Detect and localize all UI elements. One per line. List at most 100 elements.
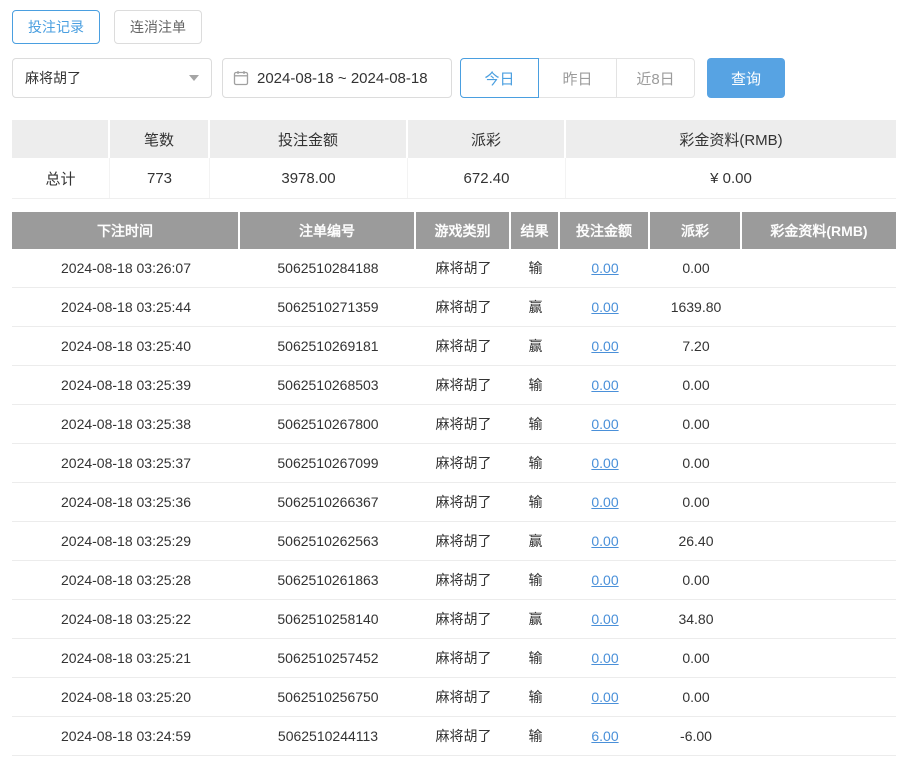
bet-time-cell: 2024-08-18 03:24:59: [61, 728, 191, 744]
game-type-cell: 麻将胡了: [435, 533, 492, 549]
bet-amount-cell: 0.00: [560, 600, 650, 638]
bet-amount-link[interactable]: 0.00: [591, 299, 618, 315]
payout-cell: -6.00: [680, 728, 712, 744]
calendar-icon: [233, 70, 249, 86]
order-id-cell: 5062510244113: [277, 728, 379, 744]
search-button[interactable]: 查询: [707, 58, 785, 98]
bonus-cell: [742, 327, 896, 365]
payout-cell: 0.00: [682, 416, 710, 432]
payout-cell: 26.40: [678, 533, 714, 549]
bet-amount-cell: 0.00: [560, 639, 650, 677]
payout-cell: 0.00: [682, 260, 710, 276]
bet-amount-link[interactable]: 0.00: [591, 611, 618, 627]
result-cell: 赢: [528, 338, 543, 354]
table-row: 2024-08-18 03:25:37 5062510267099 麻将胡了 输…: [12, 444, 896, 483]
bonus-cell: [742, 639, 896, 677]
order-id-cell: 5062510267800: [277, 416, 379, 432]
table-row: 2024-08-18 03:25:36 5062510266367 麻将胡了 输…: [12, 483, 896, 522]
summary-header-bonus: 彩金资料(RMB): [566, 120, 896, 158]
bet-time-cell: 2024-08-18 03:25:36: [61, 494, 191, 510]
bet-amount-link[interactable]: 0.00: [591, 416, 618, 432]
game-type-cell: 麻将胡了: [435, 455, 492, 471]
bet-time-cell: 2024-08-18 03:25:22: [61, 611, 191, 627]
date-range-picker[interactable]: 2024-08-18 ~ 2024-08-18: [222, 58, 452, 98]
bet-amount-cell: 0.00: [560, 366, 650, 404]
bet-amount-cell: 0.00: [560, 678, 650, 716]
date-range-value: 2024-08-18 ~ 2024-08-18: [257, 69, 428, 87]
bonus-cell: [742, 405, 896, 443]
game-type-cell: 麻将胡了: [435, 650, 492, 666]
bet-time-cell: 2024-08-18 03:25:20: [61, 689, 191, 705]
tab-bet-records[interactable]: 投注记录: [12, 10, 100, 44]
bet-amount-cell: 0.00: [560, 522, 650, 560]
bet-amount-link[interactable]: 0.00: [591, 572, 618, 588]
result-cell: 赢: [528, 533, 543, 549]
header-result: 结果: [511, 212, 560, 249]
quick-date-group: 今日 昨日 近8日: [460, 58, 695, 98]
quick-today-button[interactable]: 今日: [460, 58, 539, 98]
payout-cell: 7.20: [682, 338, 710, 354]
bet-amount-link[interactable]: 0.00: [591, 650, 618, 666]
bet-time-cell: 2024-08-18 03:25:40: [61, 338, 191, 354]
result-cell: 输: [528, 728, 543, 744]
bet-amount-link[interactable]: 0.00: [591, 455, 618, 471]
game-select-value: 麻将胡了: [25, 70, 81, 86]
bet-time-cell: 2024-08-18 03:25:29: [61, 533, 191, 549]
summary-header-blank: [12, 120, 110, 158]
summary-count-value: 773: [110, 158, 210, 198]
table-row: 2024-08-18 03:25:40 5062510269181 麻将胡了 赢…: [12, 327, 896, 366]
game-type-cell: 麻将胡了: [435, 260, 492, 276]
bonus-cell: [742, 678, 896, 716]
summary-payout-value: 672.40: [408, 158, 566, 198]
game-type-cell: 麻将胡了: [435, 728, 492, 744]
bet-amount-link[interactable]: 0.00: [591, 377, 618, 393]
summary-header-count: 笔数: [110, 120, 210, 158]
quick-last8days-button[interactable]: 近8日: [616, 58, 695, 98]
bet-amount-cell: 0.00: [560, 249, 650, 287]
game-type-cell: 麻将胡了: [435, 299, 492, 315]
bet-time-cell: 2024-08-18 03:25:37: [61, 455, 191, 471]
game-select[interactable]: 麻将胡了: [12, 58, 212, 98]
bet-time-cell: 2024-08-18 03:25:44: [61, 299, 191, 315]
bet-table-header: 下注时间 注单编号 游戏类别 结果 投注金额 派彩 彩金资料(RMB): [12, 212, 896, 249]
bonus-cell: [742, 483, 896, 521]
order-id-cell: 5062510269181: [277, 338, 379, 354]
bet-amount-link[interactable]: 0.00: [591, 260, 618, 276]
summary-table: 笔数 投注金额 派彩 彩金资料(RMB) 总计 773 3978.00 672.…: [12, 120, 896, 199]
bet-amount-link[interactable]: 0.00: [591, 689, 618, 705]
bet-amount-link[interactable]: 0.00: [591, 533, 618, 549]
bonus-cell: [742, 249, 896, 287]
game-type-cell: 麻将胡了: [435, 611, 492, 627]
bet-amount-cell: 0.00: [560, 561, 650, 599]
summary-total-label: 总计: [12, 158, 110, 198]
bet-amount-link[interactable]: 6.00: [591, 728, 618, 744]
order-id-cell: 5062510257452: [277, 650, 379, 666]
bonus-cell: [742, 600, 896, 638]
table-row: 2024-08-18 03:25:44 5062510271359 麻将胡了 赢…: [12, 288, 896, 327]
bet-amount-cell: 0.00: [560, 444, 650, 482]
bet-amount-cell: 6.00: [560, 717, 650, 755]
header-order-id: 注单编号: [240, 212, 416, 249]
result-cell: 输: [528, 572, 543, 588]
summary-bet-value: 3978.00: [210, 158, 408, 198]
quick-yesterday-button[interactable]: 昨日: [538, 58, 617, 98]
bet-time-cell: 2024-08-18 03:25:28: [61, 572, 191, 588]
chevron-down-icon: [189, 75, 199, 81]
order-id-cell: 5062510256750: [277, 689, 379, 705]
bet-amount-cell: 0.00: [560, 405, 650, 443]
header-payout: 派彩: [650, 212, 742, 249]
order-id-cell: 5062510262563: [277, 533, 379, 549]
payout-cell: 0.00: [682, 494, 710, 510]
result-cell: 输: [528, 650, 543, 666]
bonus-cell: [742, 444, 896, 482]
game-type-cell: 麻将胡了: [435, 689, 492, 705]
bonus-cell: [742, 561, 896, 599]
bet-amount-link[interactable]: 0.00: [591, 494, 618, 510]
bet-amount-link[interactable]: 0.00: [591, 338, 618, 354]
tab-cancelled-orders[interactable]: 连消注单: [114, 10, 202, 44]
table-row: 2024-08-18 03:25:20 5062510256750 麻将胡了 输…: [12, 678, 896, 717]
table-row: 2024-08-18 03:25:22 5062510258140 麻将胡了 赢…: [12, 600, 896, 639]
bet-table-body: 2024-08-18 03:26:07 5062510284188 麻将胡了 输…: [12, 249, 896, 758]
bet-time-cell: 2024-08-18 03:25:21: [61, 650, 191, 666]
filter-bar: 麻将胡了 2024-08-18 ~ 2024-08-18 今日 昨日 近8日 查…: [12, 58, 896, 98]
